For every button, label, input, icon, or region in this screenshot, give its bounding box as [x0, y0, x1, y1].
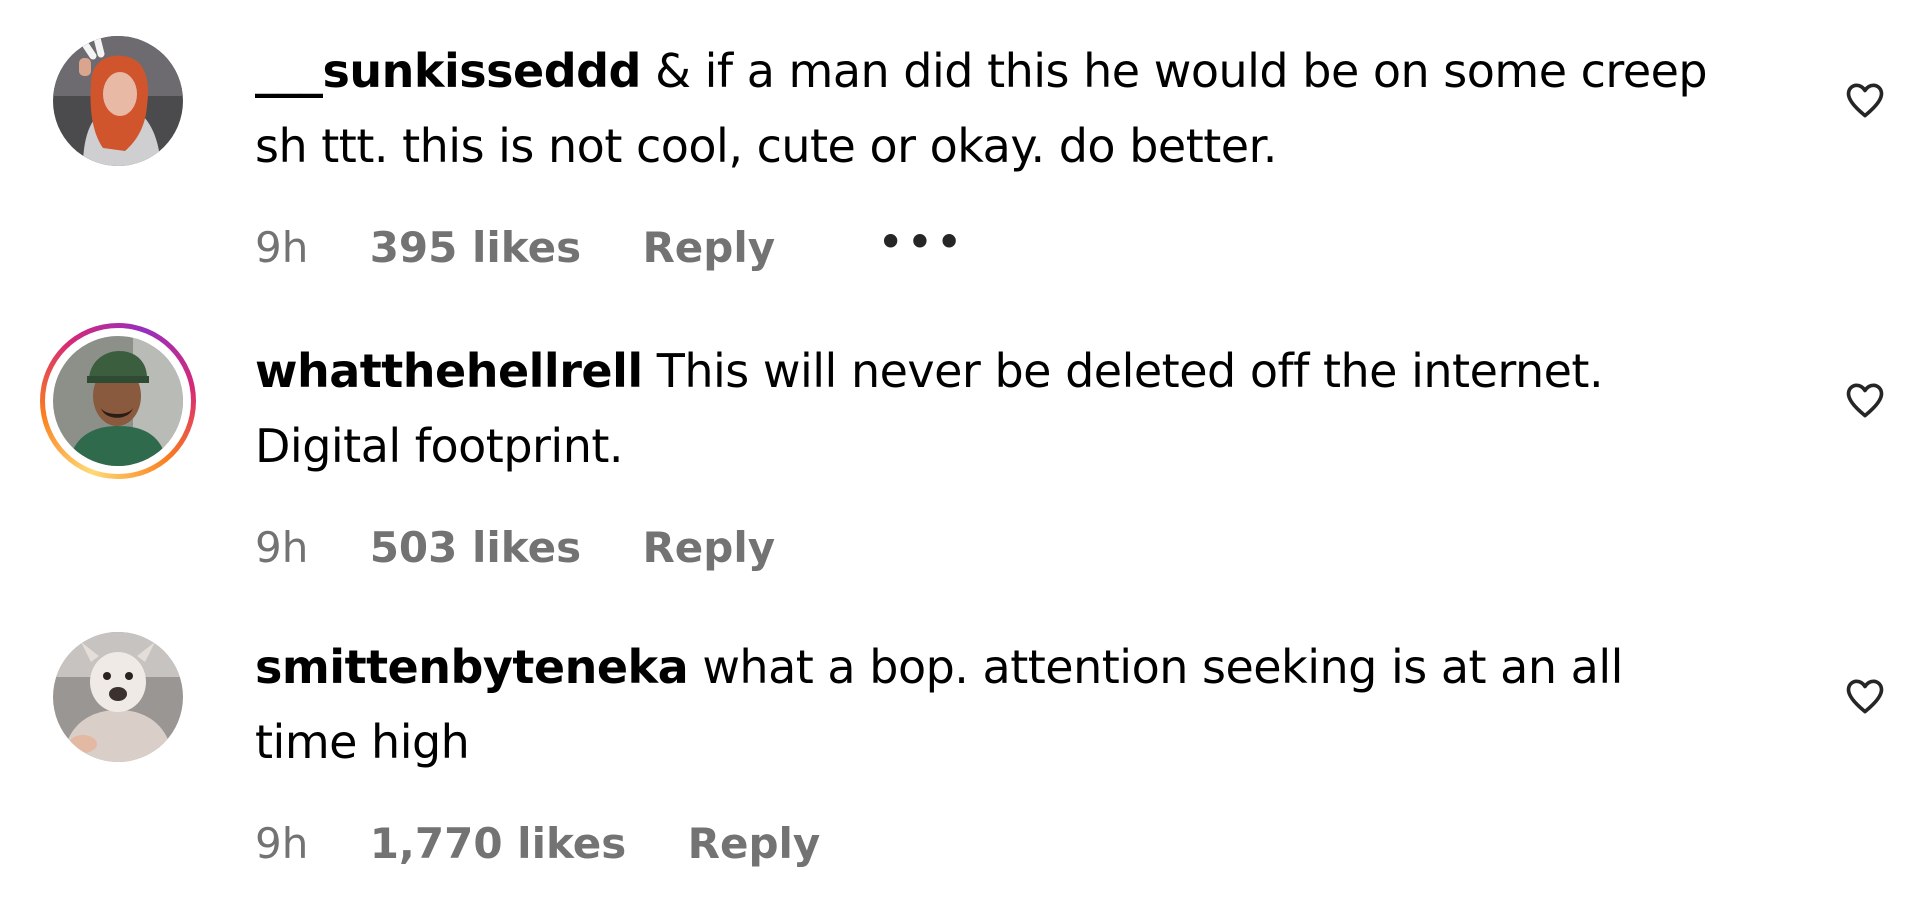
comment-meta: 9h 395 likes Reply •••: [255, 218, 966, 278]
avatar[interactable]: [53, 36, 183, 166]
comment-timestamp: 9h: [255, 819, 309, 868]
user-avatar-dog-icon: [53, 632, 183, 762]
heart-outline-icon[interactable]: [1843, 378, 1887, 422]
comment-meta: 9h 1,770 likes Reply: [255, 814, 820, 874]
comment-like-count[interactable]: 395 likes: [370, 218, 581, 278]
avatar[interactable]: [53, 632, 183, 762]
comment-username[interactable]: ___sunkisseddd: [255, 44, 641, 98]
heart-outline-icon[interactable]: [1843, 78, 1887, 122]
comment-username[interactable]: whatthehellrell: [255, 344, 643, 398]
reply-button[interactable]: Reply: [642, 218, 775, 278]
comment-item: whatthehellrell This will never be delet…: [0, 300, 1920, 590]
user-avatar-red-hair-icon: [53, 36, 183, 166]
comment-body: ___sunkisseddd & if a man did this he wo…: [255, 34, 1715, 184]
comment-timestamp: 9h: [255, 523, 309, 572]
heart-outline-icon[interactable]: [1843, 674, 1887, 718]
ellipsis-icon[interactable]: •••: [878, 218, 966, 266]
user-avatar-green-cap-icon: [53, 336, 183, 466]
comment-timestamp: 9h: [255, 223, 309, 272]
reply-button[interactable]: Reply: [642, 518, 775, 578]
comment-meta: 9h 503 likes Reply: [255, 518, 775, 578]
avatar[interactable]: [40, 323, 196, 479]
comment-item: smittenbyteneka what a bop. attention se…: [0, 596, 1920, 886]
comment-like-count[interactable]: 1,770 likes: [370, 814, 627, 874]
comment-body: smittenbyteneka what a bop. attention se…: [255, 630, 1715, 780]
comment-body: whatthehellrell This will never be delet…: [255, 334, 1715, 484]
reply-button[interactable]: Reply: [688, 814, 821, 874]
comment-item: ___sunkisseddd & if a man did this he wo…: [0, 0, 1920, 290]
comment-username[interactable]: smittenbyteneka: [255, 640, 689, 694]
comment-like-count[interactable]: 503 likes: [370, 518, 581, 578]
comments-list: ___sunkisseddd & if a man did this he wo…: [0, 0, 1920, 900]
